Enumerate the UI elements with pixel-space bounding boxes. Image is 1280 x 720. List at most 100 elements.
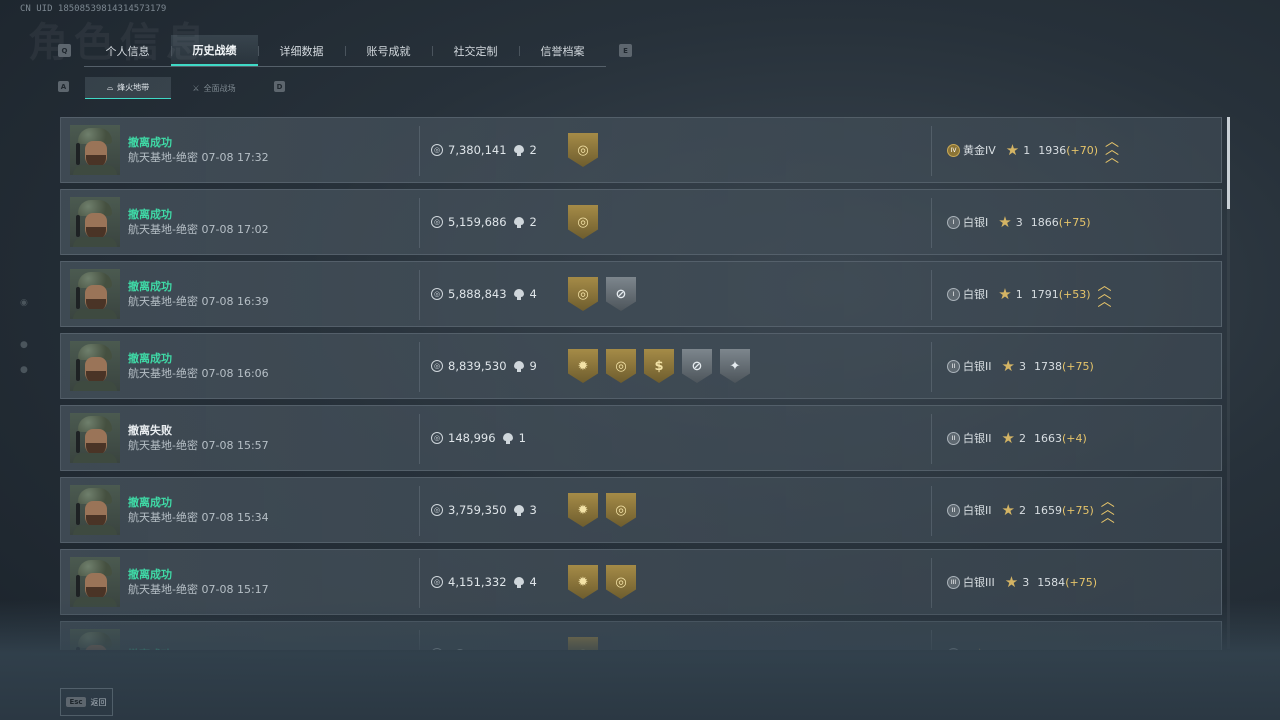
medal-list: ◎ xyxy=(568,205,598,239)
record-info: 撤离成功 航天基地-绝密 07-08 17:02 xyxy=(128,207,418,237)
rank-tier-icon: II xyxy=(947,431,960,445)
skull-icon xyxy=(513,504,524,516)
map-and-time: 航天基地-绝密 07-08 15:34 xyxy=(128,510,418,525)
coin-icon: ◎ xyxy=(431,144,443,156)
tab-account-achievements[interactable]: 账号成就 xyxy=(345,35,432,66)
rank-tier-icon: II xyxy=(947,359,960,373)
next-subtab-key-hint[interactable]: D xyxy=(274,81,285,92)
medal-list: ✹ ◎ xyxy=(568,565,636,599)
column-divider xyxy=(419,486,420,536)
rank-info: II 白银II ★ 2 1659 (+75) ︿ ︿ ︿ xyxy=(947,494,1115,526)
star-count: 1 xyxy=(1015,287,1023,301)
scrollbar-thumb[interactable] xyxy=(1227,117,1230,209)
match-time: 07-08 15:17 xyxy=(201,583,269,596)
column-divider xyxy=(419,270,420,320)
medal-badge-icon[interactable]: ✹ xyxy=(568,565,598,599)
rank-score: 1738 xyxy=(1033,359,1062,373)
scrollbar[interactable] xyxy=(1227,117,1230,649)
rank-tier-icon: III xyxy=(947,575,960,589)
record-stats: ◎ 148,996 1 xyxy=(431,431,526,445)
rank-score: 1791 xyxy=(1030,287,1059,301)
map-name: 航天基地-绝密 xyxy=(128,511,198,524)
match-record-row[interactable]: 撤离成功 航天基地-绝密 07-08 17:02 ◎ 5,159,686 2 ◎ I 白银I ★… xyxy=(60,189,1222,255)
medal-badge-icon[interactable]: ◎ xyxy=(568,205,598,239)
uid-label: CN UID 18508539814314573179 xyxy=(20,4,167,14)
medal-badge-icon[interactable]: ◎ xyxy=(606,349,636,383)
medal-badge-icon[interactable]: ⊘ xyxy=(682,349,712,383)
prev-subtab-key-hint[interactable]: A xyxy=(58,81,69,92)
rank-name: 黄金IV xyxy=(963,144,996,157)
rank-score: 1659 xyxy=(1033,503,1062,517)
match-record-row[interactable]: 撤离成功 航天基地-绝密 07-08 15:34 ◎ 3,759,350 3 ✹ ◎ II 白银… xyxy=(60,477,1222,543)
column-divider xyxy=(419,198,420,248)
tab-match-history[interactable]: 历史战绩 xyxy=(171,35,258,66)
rank-tier-icon: II xyxy=(947,503,960,517)
medal-badge-icon[interactable]: ◎ xyxy=(606,493,636,527)
side-decoration: ◉ xyxy=(20,298,28,308)
tab-reputation-record[interactable]: 信誉档案 xyxy=(519,35,606,66)
column-divider xyxy=(931,126,932,176)
rank-score: 1866 xyxy=(1030,215,1059,229)
rank-info: II 白银II ★ 3 1738 (+75) xyxy=(947,357,1094,375)
medal-badge-icon[interactable]: ✹ xyxy=(568,493,598,527)
rank-name: 白银II xyxy=(963,504,992,517)
map-and-time: 航天基地-绝密 07-08 16:06 xyxy=(128,366,418,381)
medal-badge-icon[interactable]: ✦ xyxy=(720,349,750,383)
battlefield-icon: ⚔ xyxy=(192,83,200,93)
rank-name: 白银I xyxy=(963,216,989,229)
score-delta: (+70) xyxy=(1066,143,1099,157)
record-info: 撤离失败 航天基地-绝密 07-08 15:57 xyxy=(128,423,418,453)
subtab-full-battlefield[interactable]: ⚔ 全面战场 xyxy=(171,77,257,99)
map-and-time: 航天基地-绝密 07-08 15:57 xyxy=(128,438,418,453)
subtab-hazard-zone-label: 烽火地带 xyxy=(117,83,150,92)
extraction-status: 撤离失败 xyxy=(128,424,172,437)
match-record-row[interactable]: 撤离成功 航天基地-绝密 07-08 17:32 ◎ 7,380,141 2 ◎ IV 黄金I… xyxy=(60,117,1222,183)
tab-detailed-data[interactable]: 详细数据 xyxy=(258,35,345,66)
coin-icon: ◎ xyxy=(431,576,443,588)
match-record-row[interactable]: 撤离成功 航天基地-绝密 07-08 16:39 ◎ 5,888,843 4 ◎ ⊘ I 白银I… xyxy=(60,261,1222,327)
medal-badge-icon[interactable]: $ xyxy=(644,349,674,383)
back-button[interactable]: Esc 返回 xyxy=(60,688,113,716)
column-divider xyxy=(419,414,420,464)
extraction-value: 3,759,350 xyxy=(448,503,507,517)
match-time: 07-08 17:02 xyxy=(201,223,269,236)
extraction-value: 7,380,141 xyxy=(448,143,507,157)
medal-list: ◎ xyxy=(568,133,598,167)
next-tab-key-hint[interactable]: E xyxy=(619,44,632,57)
extraction-value: 148,996 xyxy=(448,431,496,445)
extraction-value: 4,151,332 xyxy=(448,575,507,589)
extraction-status: 撤离成功 xyxy=(128,496,172,509)
rank-name: 白银II xyxy=(963,360,992,373)
medal-badge-icon[interactable]: ◎ xyxy=(568,277,598,311)
prev-tab-key-hint[interactable]: Q xyxy=(58,44,71,57)
match-record-row[interactable]: 撤离失败 航天基地-绝密 07-08 15:57 ◎ 148,996 1 II 白银II ★ 2… xyxy=(60,405,1222,471)
skull-icon xyxy=(513,576,524,588)
medal-badge-icon[interactable]: ⊘ xyxy=(606,277,636,311)
coin-icon: ◎ xyxy=(431,360,443,372)
promotion-chevron-icon: ︿ ︿ ︿ xyxy=(1100,494,1115,526)
kill-count: 2 xyxy=(529,215,537,229)
extraction-status: 撤离成功 xyxy=(128,280,172,293)
medal-badge-icon[interactable]: ◎ xyxy=(606,565,636,599)
extraction-status: 撤离成功 xyxy=(128,568,172,581)
score-delta: (+75) xyxy=(1061,359,1094,373)
rank-info: I 白银I ★ 1 1791 (+53) ︿ ︿ ︿ xyxy=(947,279,1112,309)
medal-badge-icon[interactable]: ◎ xyxy=(568,133,598,167)
map-and-time: 航天基地-绝密 07-08 17:32 xyxy=(128,150,418,165)
record-stats: ◎ 3,759,350 3 xyxy=(431,503,537,517)
medal-badge-icon[interactable]: ✹ xyxy=(568,349,598,383)
star-count: 2 xyxy=(1018,431,1026,445)
match-time: 07-08 16:06 xyxy=(201,367,269,380)
rank-score: 1936 xyxy=(1038,143,1067,157)
tab-social-customization[interactable]: 社交定制 xyxy=(432,35,519,66)
tab-personal-info[interactable]: 个人信息 xyxy=(84,35,171,66)
match-record-row[interactable]: 撤离成功 航天基地-绝密 07-08 16:06 ◎ 8,839,530 9 ✹ ◎ $ ⊘ ✦ I… xyxy=(60,333,1222,399)
record-stats: ◎ 5,888,843 4 xyxy=(431,287,537,301)
record-stats: ◎ 7,380,141 2 xyxy=(431,143,537,157)
star-icon: ★ xyxy=(998,285,1012,303)
record-info: 撤离成功 航天基地-绝密 07-08 15:17 xyxy=(128,567,418,597)
medal-list: ✹ ◎ xyxy=(568,493,636,527)
rank-name: 白银I xyxy=(963,288,989,301)
rank-tier-icon: I xyxy=(947,215,960,229)
subtab-hazard-zone[interactable]: ⌓ 烽火地带 xyxy=(85,77,171,99)
